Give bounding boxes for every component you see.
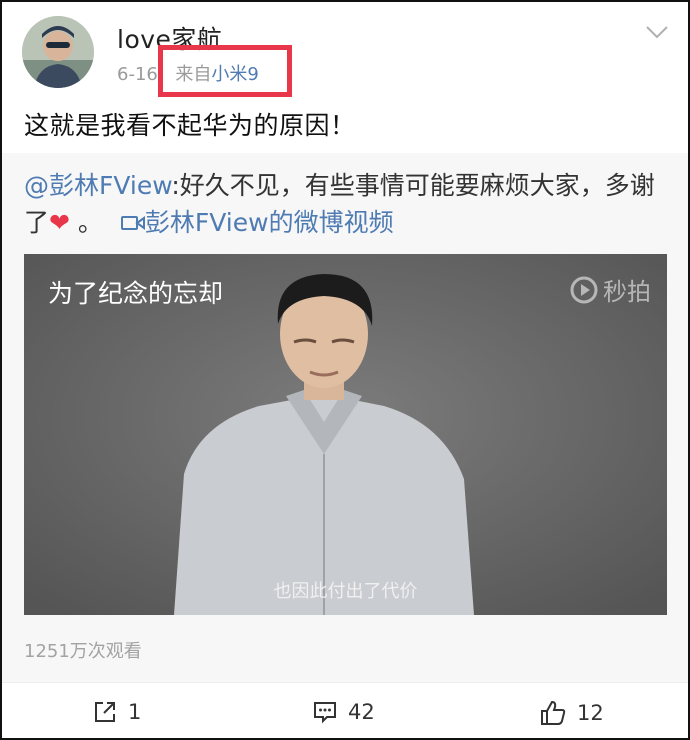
video-camera-icon xyxy=(120,216,145,230)
chevron-down-icon[interactable] xyxy=(645,22,669,42)
like-button[interactable]: 12 xyxy=(539,699,604,727)
play-circle-icon xyxy=(570,276,598,303)
view-count: 1251万次观看 xyxy=(24,641,142,662)
comment-icon xyxy=(314,702,336,724)
watermark-text: 秒拍 xyxy=(603,278,651,306)
post-date: 6-16 xyxy=(117,64,158,85)
mention-link[interactable]: @彭林FView xyxy=(24,171,171,200)
action-bar: 1 42 12 xyxy=(2,682,688,738)
avatar[interactable] xyxy=(22,16,94,88)
video-link-label[interactable]: 彭林FView的微博视频 xyxy=(145,208,394,237)
miaopai-watermark: 秒拍 xyxy=(569,272,651,307)
video-subtitle: 也因此付出了代价 xyxy=(273,581,418,602)
video-player[interactable]: 为了纪念的忘却 秒拍 也因此付出了代价 xyxy=(24,254,667,615)
heart-emoji: ❤ xyxy=(49,208,70,237)
repost-text-block: @彭林FView:好久不见，有些事情可能要麻烦大家，多谢了❤ 。 彭林FView… xyxy=(24,167,674,241)
comment-button[interactable]: 42 xyxy=(312,699,375,725)
comment-count: 42 xyxy=(348,700,375,724)
thumbs-up-icon xyxy=(541,700,566,725)
repost-card[interactable]: @彭林FView:好久不见，有些事情可能要麻烦大家，多谢了❤ 。 彭林FView… xyxy=(2,153,688,682)
share-count: 1 xyxy=(128,700,142,724)
source-highlight-box xyxy=(158,45,292,97)
video-title: 为了纪念的忘却 xyxy=(48,279,224,308)
video-link[interactable]: 彭林FView的微博视频 xyxy=(120,208,394,237)
post-text: 这就是我看不起华为的原因！ xyxy=(24,111,356,140)
share-button[interactable]: 1 xyxy=(92,699,141,725)
share-icon xyxy=(95,702,115,722)
like-count: 12 xyxy=(577,701,604,725)
repost-text-end: 。 xyxy=(69,208,103,237)
